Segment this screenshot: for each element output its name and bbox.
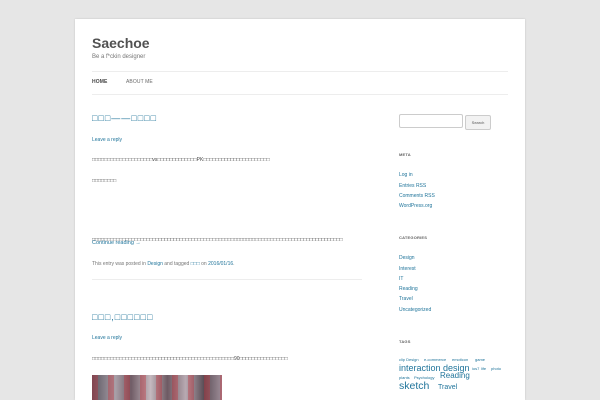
post-title[interactable]: □□□,□□□□□□: [92, 312, 153, 322]
search-button[interactable]: Search: [465, 115, 491, 130]
post-image[interactable]: [92, 375, 222, 400]
meta-prefix: This entry was posted in: [92, 261, 148, 267]
category-link-design[interactable]: Design: [399, 255, 415, 261]
tag-ios7[interactable]: ios7: [472, 366, 479, 371]
meta-link-wordpress[interactable]: WordPress.org: [399, 203, 432, 209]
nav-item-about-me[interactable]: ABOUT ME: [126, 79, 153, 85]
site-description: Be a f*ckin designer: [92, 54, 146, 60]
tag-travel[interactable]: Travel: [438, 384, 457, 391]
meta-on: on: [199, 261, 209, 267]
category-link-reading[interactable]: Reading: [399, 286, 418, 292]
meta-link-entries-rss[interactable]: Entries RSS: [399, 183, 426, 189]
category-link[interactable]: Design: [147, 261, 163, 267]
search-input[interactable]: [399, 114, 463, 128]
tag-emoticon[interactable]: emoticon: [452, 357, 468, 362]
tag-life[interactable]: life: [481, 366, 486, 371]
meta-link-comments-rss[interactable]: Comments RSS: [399, 193, 435, 199]
meta-end: .: [233, 261, 235, 267]
meta-link-log-in[interactable]: Log in: [399, 172, 413, 178]
category-link-it[interactable]: IT: [399, 276, 403, 282]
widget-title-meta: META: [399, 152, 411, 157]
post-text-line: □□□□□□□□□□□□□□□□□□□□□□□□□□□□□□□□□□□□□□□□…: [92, 237, 343, 243]
tag-photo[interactable]: photo: [491, 366, 501, 371]
continue-reading-link[interactable]: Continue reading →: [92, 240, 141, 246]
widget-title-categories: CATEGORIES: [399, 235, 428, 240]
post-meta: This entry was posted in Design and tagg…: [92, 261, 235, 267]
site-title[interactable]: Saechoe: [92, 35, 150, 51]
tag-link[interactable]: □□□: [191, 261, 200, 267]
category-link-travel[interactable]: Travel: [399, 296, 413, 302]
post-text-line: □□□□□□□□□□□□□□□□□□□□vs□□□□□□□□□□□□□PK□□□…: [92, 157, 270, 163]
leave-reply-link[interactable]: Leave a reply: [92, 137, 122, 143]
page-container: Saechoe Be a f*ckin designer HOME ABOUT …: [75, 19, 525, 400]
tag-game[interactable]: game: [475, 357, 485, 362]
nav-item-home[interactable]: HOME: [92, 79, 107, 85]
post-title[interactable]: □□□——□□□□: [92, 113, 157, 123]
post-text-line: □□□□□□□□: [92, 178, 117, 184]
tag-clip-design[interactable]: clip Design: [399, 357, 419, 362]
tag-e-commerce[interactable]: e-commerce: [424, 357, 446, 362]
post-text-line: □□□□□□□□□□□□□□□□□□□□□□□□□□□□□□□□□□□□□□□□…: [92, 356, 288, 362]
post-separator: [92, 279, 362, 280]
category-link-uncategorized[interactable]: Uncategorized: [399, 307, 431, 313]
tag-reading[interactable]: Reading: [440, 371, 470, 380]
leave-reply-link[interactable]: Leave a reply: [92, 335, 122, 341]
meta-mid: and tagged: [162, 261, 191, 267]
widget-title-tags: TAGS: [399, 339, 411, 344]
date-link[interactable]: 2016/01/16: [208, 261, 233, 267]
main-navigation: HOME ABOUT ME: [92, 71, 508, 95]
tag-sketch[interactable]: sketch: [399, 380, 429, 392]
category-link-interest[interactable]: Interest: [399, 266, 416, 272]
